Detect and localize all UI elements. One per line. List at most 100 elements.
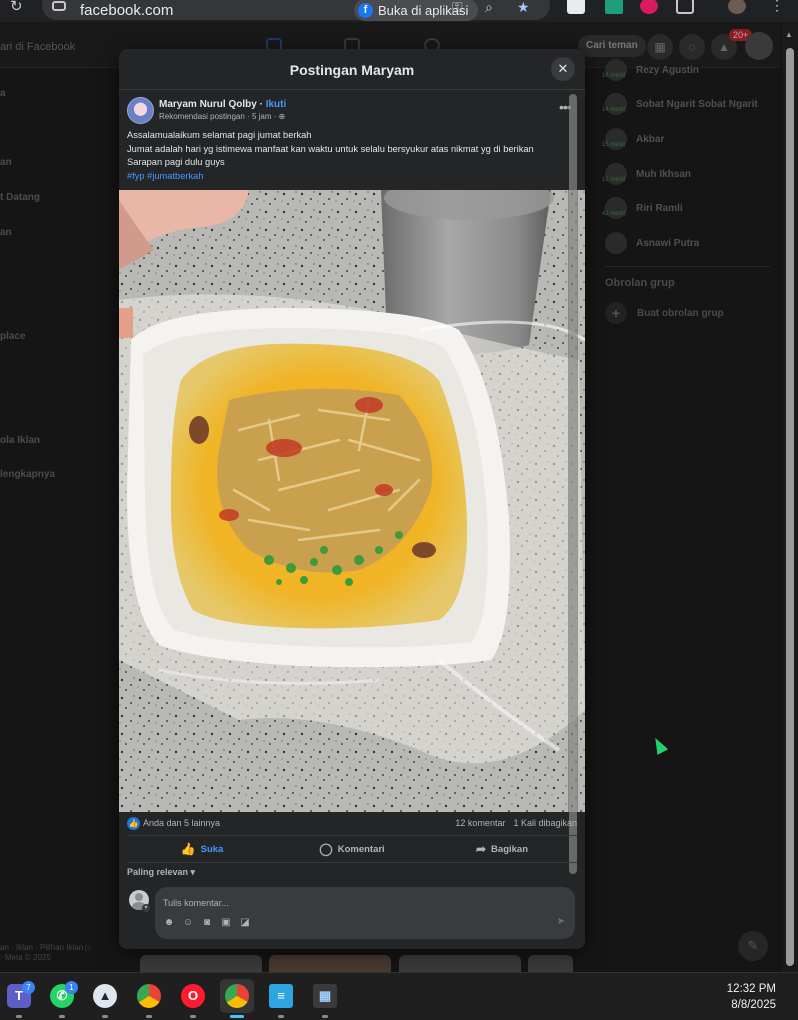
post-meta-text: Rekomendasi postingan · 5 jam · [159,112,279,121]
contact-name: Muh Ikhsan [636,168,692,180]
left-menu-item[interactable]: t Datang [0,192,40,203]
contact-avatar: 16 menit [602,59,627,81]
chevron-down-icon[interactable]: ▾ [142,904,150,912]
sticker-icon[interactable]: ◪ [239,917,251,929]
more-options-icon[interactable]: ⋮ [770,0,784,14]
puzzle-icon[interactable] [676,0,694,14]
whatsapp-badge: 1 [65,981,78,994]
contact-item[interactable]: Asnawi Putra [605,231,699,255]
follow-button[interactable]: Ikuti [266,99,287,110]
modal-scrollbar-thumb[interactable] [569,94,577,874]
left-menu-item[interactable]: lengkapnya [0,469,55,480]
modal-scrollbar[interactable] [568,90,578,880]
comment-composer: ▾ ☻ ☺ ◙ ▣ ◪ ➤ [127,887,577,939]
emoji-icon[interactable]: ☺ [182,917,194,929]
contact-name: Akbar [636,133,665,145]
comment-sort-dropdown[interactable]: Paling relevan ▾ [127,867,195,878]
app-icon[interactable]: ▲ [88,979,122,1018]
create-group-label: Buat obrolan grup [637,307,724,319]
contact-avatar: 14 menit [602,93,627,115]
key-icon[interactable]: ⚿ [452,0,463,16]
reload-icon[interactable]: ↻ [10,0,23,15]
footer-links[interactable]: an · Iklan · Pilihan Iklan ▷ [0,943,92,952]
modal-header: Postingan Maryam ✕ [119,49,585,90]
menu-grid-icon[interactable]: ▦ [647,34,673,60]
post-hashtags[interactable]: #fyp #jumatberkah [127,170,567,184]
running-indicator [102,1015,108,1018]
url-text[interactable]: facebook.com [80,2,173,19]
avatar-sticker-icon[interactable]: ☻ [163,917,175,929]
extension-icon[interactable] [567,0,585,14]
close-icon[interactable]: ✕ [551,57,575,81]
contact-item[interactable]: 16 menit Rezy Agustin [602,58,699,82]
send-icon[interactable]: ➤ [557,916,565,927]
bookmark-star-icon[interactable]: ★ [517,0,530,16]
like-label: Suka [200,843,224,855]
camera-icon[interactable]: ◙ [201,917,213,929]
food-photo-image [119,190,585,812]
page-scrollbar[interactable]: ▲ ▼ [782,22,798,972]
page-scrollbar-thumb[interactable] [786,48,794,966]
contact-item[interactable]: 14 menit Sobat Ngarit Sobat Ngarit [602,92,758,116]
author-avatar[interactable] [127,97,154,124]
running-indicator [278,1015,284,1018]
contact-item[interactable]: 42 menit Riri Ramli [602,196,683,220]
address-bar[interactable]: facebook.com f Buka di aplikasi ⚿ ⌕ ★ [42,0,550,21]
left-menu-item[interactable]: an [0,227,12,238]
group-chats-heading: Obrolan grup [605,277,675,289]
sort-label: Paling relevan [127,867,189,877]
left-menu-item[interactable]: ola Iklan [0,435,40,446]
teams-app[interactable]: T 7 [2,979,36,1018]
left-menu-item[interactable]: a [0,88,6,99]
gif-icon[interactable]: ▣ [220,917,232,929]
post-line: Sarapan pagi dulu guys [127,157,225,167]
like-button[interactable]: 👍 Suka [127,836,277,862]
modal-title: Postingan Maryam [289,62,415,78]
left-menu-item[interactable]: an [0,157,12,168]
facebook-search-input[interactable]: ari di Facebook [0,41,75,53]
zoom-icon[interactable]: ⌕ [485,0,493,16]
scroll-up-icon[interactable]: ▲ [785,30,793,39]
reactions-summary[interactable]: Anda dan 5 lainnya [143,818,220,828]
comment-label: Komentari [337,843,385,855]
create-group-button[interactable]: + Buat obrolan grup [605,302,724,324]
messenger-icon[interactable]: ◌ [679,34,705,60]
extension-icon[interactable] [640,0,658,14]
opera-app[interactable]: O [176,979,210,1018]
scroll-down-icon[interactable]: ▼ [785,959,793,968]
extension-icon[interactable] [605,0,623,14]
new-message-icon[interactable]: ✎ [738,931,768,961]
profile-avatar-icon[interactable] [728,0,746,14]
comment-box[interactable]: ☻ ☺ ◙ ▣ ◪ ➤ [155,887,575,939]
left-menu-item[interactable]: place [0,331,26,342]
running-indicator [146,1015,152,1018]
contact-item[interactable]: 15 menit Akbar [602,127,665,151]
like-reaction-icon: 👍 [127,817,140,830]
post-header: Maryam Nurul Qolby · Ikuti Rekomendasi p… [119,90,572,190]
comment-button[interactable]: ◯ Komentari [277,836,427,862]
thumbs-up-icon: 👍 [180,842,196,856]
post-line: Assalamualaikum selamat pagi jumat berka… [127,130,312,140]
account-avatar[interactable] [745,32,773,60]
post-photo[interactable] [119,190,585,812]
shares-count[interactable]: 1 Kali dibagikan [513,818,577,828]
running-indicator [322,1015,328,1018]
system-clock[interactable]: 12:32 PM 8/8/2025 [727,981,776,1013]
whatsapp-app[interactable]: ✆ 1 [45,979,79,1018]
comments-count[interactable]: 12 komentar [455,818,505,828]
feed-card [528,955,573,972]
share-button[interactable]: ➦ Bagikan [427,836,577,862]
footer-copyright: · Meta © 2025 [0,953,51,962]
contact-item[interactable]: 12 menit Muh Ikhsan [602,162,692,186]
chrome-app[interactable] [132,979,166,1018]
calculator-app[interactable]: ▦ [308,979,342,1018]
notepad-app[interactable]: ≡ [264,979,298,1018]
chrome-profile-app[interactable] [220,979,254,1018]
feed-card [269,955,391,972]
find-friends-button[interactable]: Cari teman [578,35,646,57]
author-name[interactable]: Maryam Nurul Qolby [159,99,257,110]
active-indicator [230,1015,244,1018]
site-info-icon[interactable] [52,1,66,11]
comment-input[interactable] [163,895,543,911]
teams-badge: 7 [22,981,35,994]
